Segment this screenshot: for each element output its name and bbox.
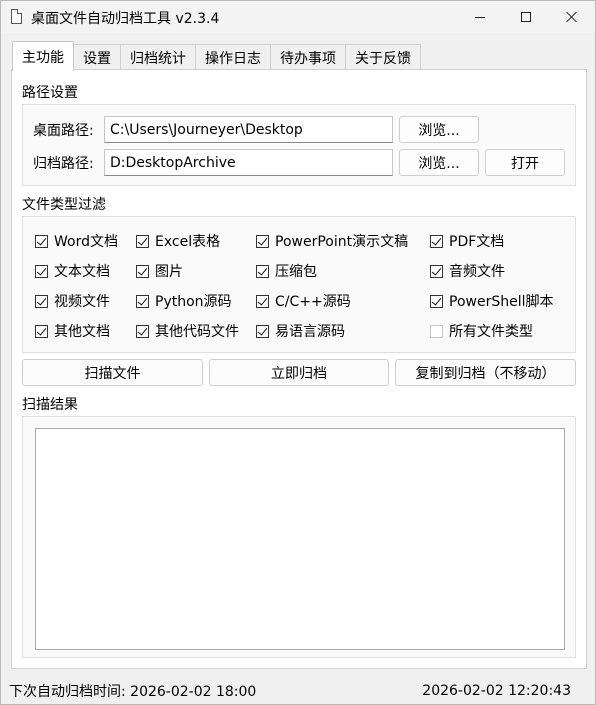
minimize-button[interactable] — [457, 1, 503, 33]
filter-archive[interactable]: 压缩包 — [256, 262, 317, 280]
copy-to-archive-button[interactable]: 复制到归档（不移动） — [395, 359, 576, 386]
tab-archive-stats[interactable]: 归档统计 — [120, 44, 196, 71]
tab-todo[interactable]: 待办事项 — [270, 44, 346, 71]
minimize-icon — [475, 16, 485, 18]
filter-label: PDF文档 — [449, 234, 505, 250]
checkbox-icon — [136, 324, 149, 338]
checkbox-icon — [35, 234, 48, 248]
desktop-path-label: 桌面路径: — [33, 123, 94, 139]
filter-python[interactable]: Python源码 — [136, 292, 232, 310]
filter-label: 易语言源码 — [275, 324, 345, 340]
maximize-icon — [521, 12, 531, 22]
filter-label: 视频文件 — [54, 294, 110, 310]
tab-main[interactable]: 主功能 — [12, 41, 74, 71]
filter-label: 所有文件类型 — [449, 324, 533, 340]
archive-now-button[interactable]: 立即归档 — [209, 359, 389, 386]
next-archive-time: 下次自动归档时间: 2026-02-02 18:00 — [9, 684, 257, 700]
filter-label: 压缩包 — [275, 264, 317, 280]
open-archive-button[interactable]: 打开 — [485, 149, 565, 176]
filter-excel[interactable]: Excel表格 — [136, 232, 220, 250]
checkbox-icon — [35, 264, 48, 278]
maximize-button[interactable] — [503, 1, 549, 33]
filter-label: 音频文件 — [449, 264, 505, 280]
close-icon — [566, 11, 578, 23]
filter-label: C/C++源码 — [275, 294, 351, 310]
browse-desktop-button[interactable]: 浏览... — [399, 116, 479, 143]
status-bar: 下次自动归档时间: 2026-02-02 18:00 2026-02-02 12… — [1, 677, 595, 705]
title-bar[interactable]: 桌面文件自动归档工具 v2.3.4 — [1, 1, 595, 33]
main-panel: 路径设置 桌面路径: C:\Users\Journeyer\Desktop 浏览… — [11, 69, 587, 669]
checkbox-icon — [35, 294, 48, 308]
filter-powerpoint[interactable]: PowerPoint演示文稿 — [256, 232, 408, 250]
scan-results-list[interactable] — [35, 428, 565, 650]
filter-other-code[interactable]: 其他代码文件 — [136, 322, 239, 340]
filter-cpp[interactable]: C/C++源码 — [256, 292, 351, 310]
checkbox-icon — [256, 324, 269, 338]
checkbox-icon — [136, 294, 149, 308]
path-settings-group: 桌面路径: C:\Users\Journeyer\Desktop 浏览... 归… — [22, 104, 576, 186]
scan-results-title: 扫描结果 — [22, 397, 78, 413]
filter-label: 其他文档 — [54, 324, 110, 340]
filter-image[interactable]: 图片 — [136, 262, 183, 280]
filter-text[interactable]: 文本文档 — [35, 262, 110, 280]
filter-other-docs[interactable]: 其他文档 — [35, 322, 110, 340]
filter-powershell[interactable]: PowerShell脚本 — [430, 292, 553, 310]
checkbox-icon — [256, 234, 269, 248]
checkbox-icon — [430, 234, 443, 248]
checkbox-icon — [136, 264, 149, 278]
filter-label: Python源码 — [155, 294, 232, 310]
filter-audio[interactable]: 音频文件 — [430, 262, 505, 280]
close-button[interactable] — [549, 1, 595, 33]
checkbox-icon — [430, 294, 443, 308]
filter-label: PowerShell脚本 — [449, 294, 554, 310]
document-icon — [11, 9, 22, 24]
checkbox-icon — [136, 234, 149, 248]
filter-label: 其他代码文件 — [155, 324, 239, 340]
checkbox-icon — [430, 324, 443, 338]
archive-path-label: 归档路径: — [33, 156, 94, 172]
file-type-filter-title: 文件类型过滤 — [22, 197, 106, 213]
app-window: 桌面文件自动归档工具 v2.3.4 主功能 设置 归档统计 操作日志 待办事项 … — [0, 0, 596, 705]
file-type-filter-group: Word文档 Excel表格 PowerPoint演示文稿 PDF文档 文本文档… — [22, 216, 576, 353]
current-time: 2026-02-02 12:20:43 — [422, 683, 571, 699]
desktop-path-input[interactable]: C:\Users\Journeyer\Desktop — [104, 116, 393, 143]
scan-files-button[interactable]: 扫描文件 — [22, 359, 203, 386]
filter-label: 文本文档 — [54, 264, 110, 280]
window-title: 桌面文件自动归档工具 v2.3.4 — [31, 11, 220, 27]
scan-results-group — [22, 416, 576, 658]
filter-label: Word文档 — [54, 234, 118, 250]
browse-archive-button[interactable]: 浏览... — [399, 149, 479, 176]
checkbox-icon — [256, 264, 269, 278]
tab-bar: 主功能 设置 归档统计 操作日志 待办事项 关于反馈 — [12, 41, 421, 71]
filter-label: Excel表格 — [155, 234, 221, 250]
filter-pdf[interactable]: PDF文档 — [430, 232, 504, 250]
filter-label: PowerPoint演示文稿 — [275, 234, 409, 250]
checkbox-icon — [430, 264, 443, 278]
tab-settings[interactable]: 设置 — [73, 44, 121, 71]
filter-label: 图片 — [155, 264, 183, 280]
tab-operation-log[interactable]: 操作日志 — [195, 44, 271, 71]
filter-word[interactable]: Word文档 — [35, 232, 118, 250]
filter-epl[interactable]: 易语言源码 — [256, 322, 345, 340]
checkbox-icon — [35, 324, 48, 338]
tab-about-feedback[interactable]: 关于反馈 — [345, 44, 421, 71]
filter-all-types[interactable]: 所有文件类型 — [430, 322, 533, 340]
archive-path-input[interactable]: D:DesktopArchive — [104, 149, 393, 176]
filter-video[interactable]: 视频文件 — [35, 292, 110, 310]
path-settings-title: 路径设置 — [22, 85, 78, 101]
checkbox-icon — [256, 294, 269, 308]
